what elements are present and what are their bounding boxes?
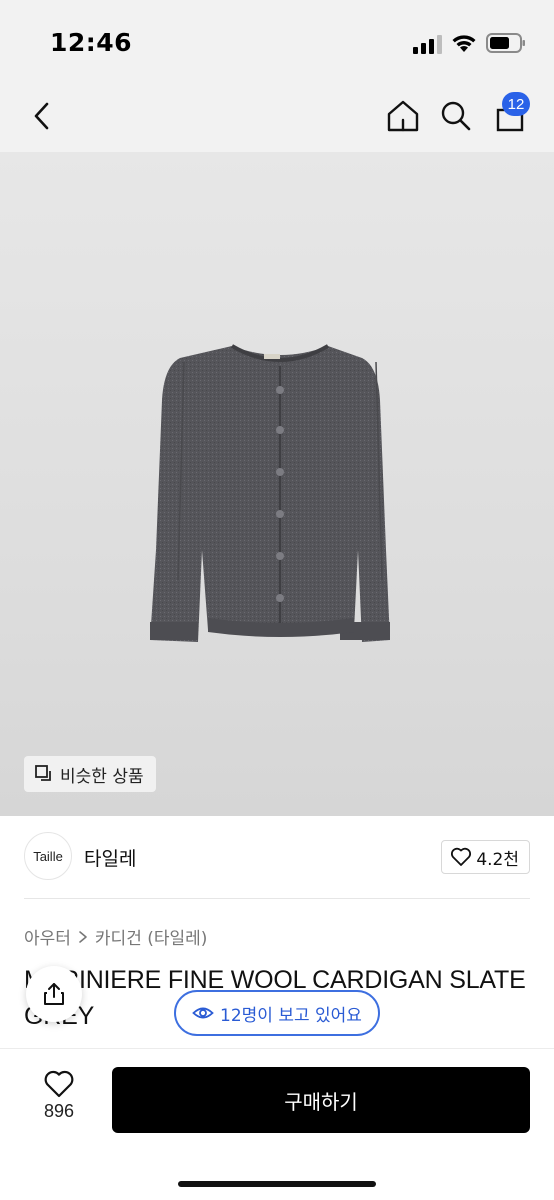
wishlist-button[interactable]: 896 [26,1069,92,1133]
breadcrumb: 아우터 카디건 (타일레) [24,924,207,949]
seller-row: Taille 타일레 4.2천 [24,832,530,882]
home-button[interactable] [381,94,425,138]
buy-button[interactable]: 구매하기 [112,1067,530,1133]
share-icon [44,983,64,1005]
search-button[interactable] [434,94,478,138]
seller-name[interactable]: 타일레 [84,844,136,871]
breadcrumb-subcategory[interactable]: 카디건 (타일레) [95,924,208,949]
seller-like-button[interactable]: 4.2천 [441,840,530,874]
status-bar: 12:46 [0,0,554,88]
chevron-left-icon [34,102,49,130]
seller-like-count: 4.2천 [476,849,519,870]
viewers-label: 12명이 보고 있어요 [220,1005,362,1026]
seller-logo[interactable]: Taille [24,832,72,880]
home-indicator [178,1181,376,1187]
bottom-action-bar: 896 구매하기 [0,1048,554,1200]
navigation-bar [0,88,554,152]
eye-icon [192,1007,214,1019]
status-time: 12:46 [50,28,133,57]
wishlist-count: 896 [43,1101,75,1121]
copy-squares-icon [35,765,51,781]
cellular-signal-icon [413,35,442,54]
heart-icon [451,847,472,866]
divider [24,898,530,899]
heart-icon [44,1070,74,1098]
similar-products-button[interactable]: 비슷한 상품 [24,756,156,792]
viewers-indicator: 12명이 보고 있어요 [174,990,380,1036]
home-icon [387,100,419,132]
share-button[interactable] [26,966,82,1022]
chevron-right-icon [79,930,87,943]
cart-count-badge: 12 [502,92,530,116]
product-image [150,344,390,642]
back-button[interactable] [20,94,64,138]
wifi-icon [452,35,476,52]
search-icon [441,101,471,131]
product-image-area[interactable]: 비슷한 상품 [0,152,554,816]
similar-products-label: 비슷한 상품 [60,766,144,787]
battery-icon [486,33,525,53]
breadcrumb-category[interactable]: 아우터 [24,924,71,949]
